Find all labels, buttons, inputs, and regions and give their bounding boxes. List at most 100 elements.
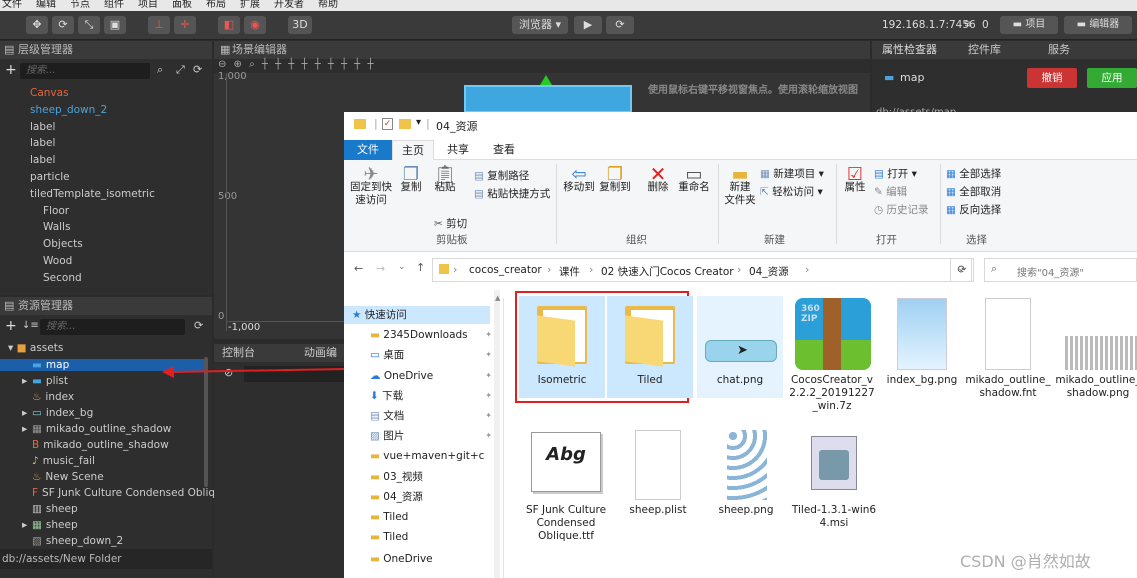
rename-button[interactable]: ▭ 重命名	[676, 166, 712, 194]
services-tab[interactable]: 服务	[1048, 41, 1070, 59]
menu-file[interactable]: 文件	[2, 0, 22, 11]
select-none-button[interactable]: ▦ 全部取消	[946, 184, 1001, 199]
asset-item[interactable]: F SF Junk Culture Condensed Obliq	[0, 487, 215, 499]
file-mikado-fnt[interactable]: mikado_outline_shadow.fnt	[965, 296, 1051, 412]
nav-item[interactable]: ▭ 桌面 ✦	[350, 346, 496, 364]
widget-library-tab[interactable]: 控件库	[968, 41, 1001, 59]
hierarchy-node[interactable]: label	[30, 154, 55, 166]
add-node-icon[interactable]: +	[5, 62, 17, 78]
inspector-tab[interactable]: 属性检查器	[882, 41, 937, 59]
world-coord-icon[interactable]: ◉	[244, 16, 266, 34]
new-item-button[interactable]: ▦ 新建项目 ▾	[760, 166, 824, 181]
easy-access-button[interactable]: ⇱ 轻松访问 ▾	[760, 184, 823, 199]
pin-icon[interactable]: ✦	[485, 326, 492, 344]
pin-icon[interactable]: ✦	[485, 427, 492, 445]
rotate-tool-icon[interactable]: ⟳	[52, 16, 74, 34]
project-button[interactable]: ▬ 项目	[1000, 16, 1058, 34]
invert-selection-button[interactable]: ▦ 反向选择	[946, 202, 1001, 217]
open-button[interactable]: ▤ 打开 ▾	[874, 166, 917, 181]
paste-shortcut-button[interactable]: ▤ 粘贴快捷方式	[474, 186, 550, 201]
refresh-icon[interactable]: ⟳	[606, 16, 634, 34]
assets-search-input[interactable]: 搜索...	[40, 319, 185, 335]
caret-right-icon[interactable]: ▸	[22, 423, 27, 435]
pivot-tool-icon[interactable]: ✛	[174, 16, 196, 34]
properties-icon[interactable]: ✓	[382, 118, 393, 130]
asset-item[interactable]: ♨ New Scene	[0, 471, 204, 483]
tab-share[interactable]: 共享	[436, 140, 480, 160]
expand-icon[interactable]: ⤢	[176, 63, 185, 77]
preview-platform-dropdown[interactable]: 浏览器 ▾	[512, 16, 568, 34]
caret-right-icon[interactable]: ▸	[22, 375, 27, 387]
pin-icon[interactable]: ✦	[485, 407, 492, 425]
breadcrumb-4[interactable]: 04_资源	[749, 264, 789, 279]
nav-item[interactable]: ▤ 文档 ✦	[350, 407, 496, 425]
menu-node[interactable]: 节点	[70, 0, 90, 11]
quick-access-dropdown-icon[interactable]: ▾	[416, 117, 421, 128]
menu-developer[interactable]: 开发者	[274, 0, 304, 11]
hierarchy-node[interactable]: Objects	[43, 238, 83, 250]
file-sheep-png[interactable]: sheep.png	[703, 426, 789, 528]
file-cocoscreator-zip[interactable]: 360 ZIP CocosCreator_v2.2.2_20191227_win…	[789, 296, 875, 426]
asset-item[interactable]: ♪ music_fail	[0, 455, 204, 467]
new-folder-icon[interactable]	[399, 119, 411, 129]
pin-icon[interactable]: ✦	[485, 367, 492, 385]
nav-item[interactable]: ☁ OneDrive ✦	[350, 367, 496, 385]
local-coord-icon[interactable]: ◧	[218, 16, 240, 34]
refresh-icon[interactable]: ⟳	[194, 319, 203, 332]
tab-file[interactable]: 文件	[344, 140, 392, 160]
explorer-search-input[interactable]: ⌕ 搜索"04_资源"	[984, 258, 1137, 282]
move-tool-icon[interactable]: ✥	[26, 16, 48, 34]
history-button[interactable]: ◷ 历史记录	[874, 202, 929, 217]
nav-item[interactable]: ▬ 04_资源	[350, 488, 496, 506]
asset-item[interactable]: ▸ ▭ index_bg	[0, 407, 204, 419]
nav-item[interactable]: ⬇ 下载 ✦	[350, 387, 496, 405]
menu-layout[interactable]: 布局	[206, 0, 226, 11]
nav-item[interactable]: ▬ OneDrive	[350, 550, 496, 568]
y-arrow-icon[interactable]	[540, 75, 552, 85]
file-sheep-plist[interactable]: sheep.plist	[615, 426, 701, 528]
hierarchy-node[interactable]: label	[30, 121, 55, 133]
file-sf-junk-ttf[interactable]: Abg SF Junk Culture Condensed Oblique.tt…	[523, 426, 609, 556]
refresh-icon[interactable]: ⟳	[950, 258, 974, 282]
hierarchy-node[interactable]: Floor	[43, 205, 69, 217]
file-index-bg-png[interactable]: index_bg.png	[879, 296, 965, 398]
pin-quick-access-button[interactable]: ✈ 固定到快速访问	[348, 166, 394, 207]
copy-to-button[interactable]: ❐ 复制到	[598, 166, 632, 194]
apply-button[interactable]: 应用	[1087, 68, 1137, 88]
menu-panel[interactable]: 面板	[172, 0, 192, 11]
hierarchy-node[interactable]: particle	[30, 171, 70, 183]
hierarchy-search-input[interactable]: 搜索...	[20, 63, 150, 79]
breadcrumb-2[interactable]: 课件	[559, 264, 580, 279]
paste-button[interactable]: 📋︎ 粘贴	[430, 166, 460, 194]
nav-item[interactable]: ▬ Tiled	[350, 508, 496, 526]
assets-root[interactable]: ▾ ■ assets	[8, 342, 63, 354]
caret-right-icon[interactable]: ▸	[22, 519, 27, 531]
folder-tiled[interactable]: T Tiled	[607, 296, 693, 398]
copy-path-button[interactable]: ▤ 复制路径	[474, 168, 529, 183]
file-chat-png[interactable]: ➤ chat.png	[697, 296, 783, 398]
menu-project[interactable]: 项目	[138, 0, 158, 11]
nav-item[interactable]: ★ 快速访问	[344, 306, 490, 324]
revert-button[interactable]: 撤销	[1027, 68, 1077, 88]
select-all-button[interactable]: ▦ 全部选择	[946, 166, 1001, 181]
up-arrow-icon[interactable]: ↑	[416, 261, 425, 274]
nav-item[interactable]: ▬ Tiled	[350, 528, 496, 546]
pin-icon[interactable]: ✦	[485, 346, 492, 364]
nav-item[interactable]: ▬ 2345Downloads ✦	[350, 326, 496, 344]
cut-button[interactable]: ✂ 剪切	[434, 216, 467, 231]
align-tool-icon[interactable]: ⊥	[148, 16, 170, 34]
edit-button[interactable]: ✎ 编辑	[874, 184, 907, 199]
tab-home[interactable]: 主页	[392, 140, 434, 160]
address-bar[interactable]: › cocos_creator › 课件 › 02 快速入门Cocos Crea…	[432, 258, 972, 282]
asset-item[interactable]: Bmikado_outline_shadow	[0, 439, 204, 451]
breadcrumb-3[interactable]: 02 快速入门Cocos Creator	[601, 264, 734, 279]
file-tiled-msi[interactable]: Tiled-1.3.1-win64.msi	[791, 426, 877, 556]
breadcrumb-1[interactable]: cocos_creator	[469, 264, 542, 276]
hierarchy-node[interactable]: Wood	[43, 255, 72, 267]
menu-edit[interactable]: 编辑	[36, 0, 56, 11]
hierarchy-node[interactable]: Walls	[43, 221, 70, 233]
asset-item[interactable]: ▧ sheep_down_2	[0, 535, 204, 547]
properties-button[interactable]: ☑ 属性	[840, 166, 870, 194]
back-arrow-icon[interactable]: ←	[354, 262, 363, 275]
folder-isometric[interactable]: Isometric	[519, 296, 605, 398]
